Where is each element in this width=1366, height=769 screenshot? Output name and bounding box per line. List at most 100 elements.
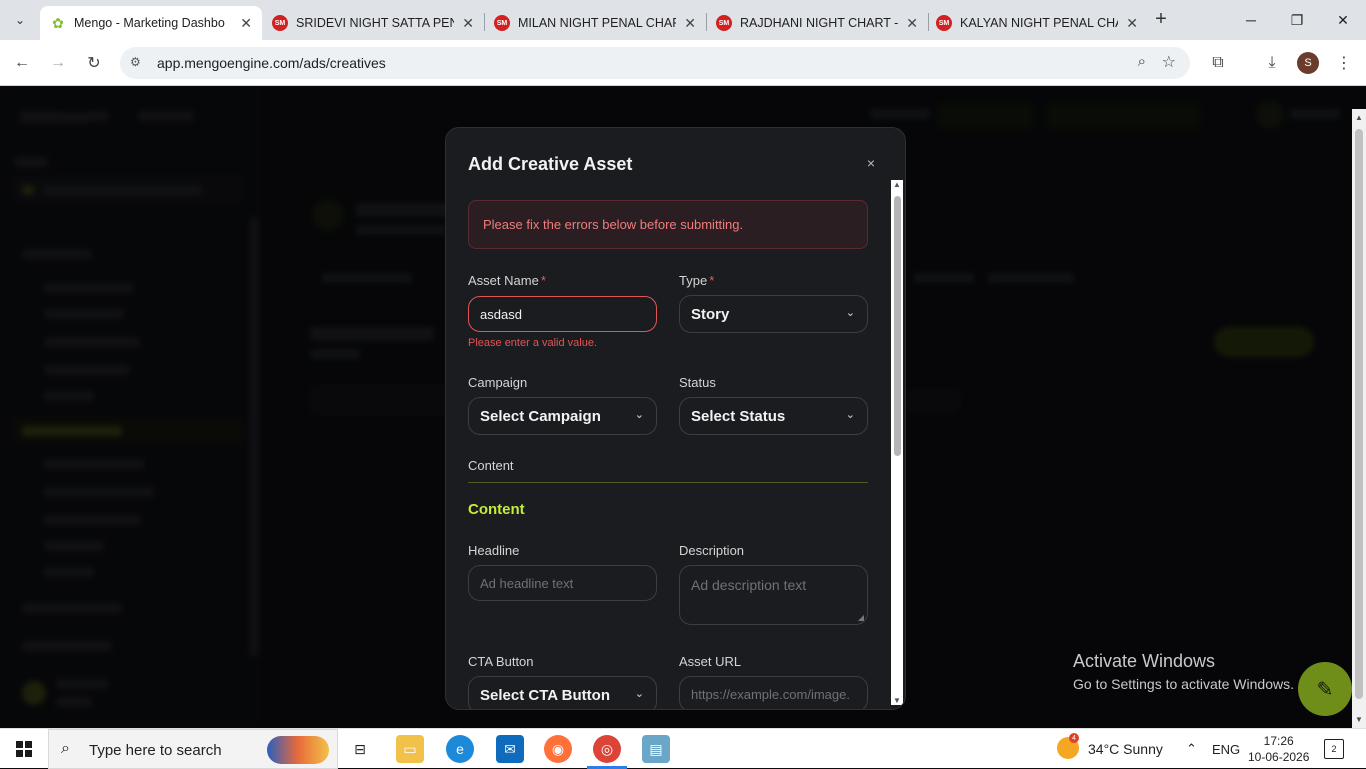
status-select[interactable]: Select Status ⌄ bbox=[679, 397, 868, 435]
tab-sridevi[interactable]: SM SRIDEVI NIGHT SATTA PENA ✕ bbox=[262, 6, 484, 40]
tab-kalyan[interactable]: SM KALYAN NIGHT PENAL CHAR ✕ bbox=[926, 6, 1148, 40]
modal-body: Please fix the errors below before submi… bbox=[446, 180, 905, 709]
modal-title: Add Creative Asset bbox=[468, 154, 633, 174]
reload-icon[interactable]: ↻ bbox=[82, 51, 106, 75]
section-divider bbox=[468, 482, 868, 483]
windows-taskbar: ⌕ Type here to search ⊟ ▭ e ✉ ◉ ◎ ▤ 4 34… bbox=[0, 728, 1366, 769]
chevron-down-icon: ⌄ bbox=[634, 688, 644, 700]
browser-menu-kebab-icon[interactable]: ⋮ bbox=[1332, 51, 1356, 75]
search-highlight-image bbox=[267, 736, 329, 764]
restore-icon[interactable]: ❐ bbox=[1274, 6, 1320, 34]
required-mark: * bbox=[709, 273, 715, 288]
tab-title: MILAN NIGHT PENAL CHAR bbox=[518, 16, 677, 30]
activate-windows-watermark: Activate Windows Go to Settings to activ… bbox=[1073, 651, 1294, 692]
content-section-heading: Content bbox=[468, 501, 525, 518]
close-tab-icon[interactable]: ✕ bbox=[684, 15, 696, 32]
scroll-up-arrow-icon[interactable]: ▲ bbox=[1355, 113, 1363, 122]
headline-input[interactable]: Ad headline text bbox=[468, 565, 657, 601]
description-label: Description bbox=[679, 543, 745, 558]
clock[interactable]: 17:26 10-06-2026 bbox=[1248, 733, 1309, 765]
tab-title: SRIDEVI NIGHT SATTA PENA bbox=[296, 16, 455, 30]
language-indicator[interactable]: ENG bbox=[1212, 729, 1240, 769]
notepad-app-icon[interactable]: ▤ bbox=[642, 735, 670, 763]
close-tab-icon[interactable]: ✕ bbox=[240, 15, 252, 32]
description-textarea[interactable]: Ad description text ◢ bbox=[679, 565, 868, 625]
tab-title: KALYAN NIGHT PENAL CHAR bbox=[960, 16, 1119, 30]
clock-date: 10-06-2026 bbox=[1248, 750, 1310, 764]
profile-avatar[interactable]: S bbox=[1297, 52, 1319, 74]
close-window-icon[interactable]: ✕ bbox=[1320, 6, 1366, 34]
cta-button-select[interactable]: Select CTA Button ⌄ bbox=[468, 676, 657, 709]
chevron-down-icon: ⌄ bbox=[845, 409, 855, 421]
sm-favicon-icon: SM bbox=[716, 15, 732, 31]
search-icon: ⌕ bbox=[61, 740, 70, 757]
download-icon[interactable]: ⤓ bbox=[1260, 51, 1284, 75]
tab-rajdhani[interactable]: SM RAJDHANI NIGHT CHART - S ✕ bbox=[706, 6, 928, 40]
forward-arrow-icon[interactable]: → bbox=[46, 51, 70, 75]
start-button[interactable] bbox=[0, 729, 48, 769]
close-tab-icon[interactable]: ✕ bbox=[1126, 15, 1138, 32]
clock-time: 17:26 bbox=[1263, 734, 1294, 748]
asset-name-label: Asset Name * bbox=[468, 273, 546, 288]
notification-center-icon[interactable]: 2 bbox=[1324, 739, 1344, 759]
resize-grip-icon[interactable]: ◢ bbox=[858, 613, 864, 622]
required-mark: * bbox=[540, 273, 546, 288]
type-select-value: Story bbox=[691, 306, 730, 323]
status-label: Status bbox=[679, 375, 716, 390]
content-section-label: Content bbox=[468, 458, 514, 473]
site-info-icon[interactable]: ⚙ bbox=[130, 55, 146, 71]
firefox-icon[interactable]: ◉ bbox=[544, 735, 572, 763]
taskbar-search[interactable]: ⌕ Type here to search bbox=[48, 729, 338, 769]
cta-button-select-value: Select CTA Button bbox=[480, 687, 610, 704]
scroll-down-arrow-icon[interactable]: ▼ bbox=[1355, 715, 1363, 724]
sm-favicon-icon: SM bbox=[936, 15, 952, 31]
chevron-down-icon: ⌄ bbox=[634, 409, 644, 421]
asset-name-error: Please enter a valid value. bbox=[468, 337, 598, 349]
watermark-line2: Go to Settings to activate Windows. bbox=[1073, 676, 1294, 692]
close-icon[interactable]: × bbox=[867, 155, 875, 171]
tab-search-chevron-icon[interactable]: ⌄ bbox=[8, 8, 32, 32]
modal-scroll-thumb[interactable] bbox=[894, 196, 901, 456]
outlook-icon[interactable]: ✉ bbox=[496, 735, 524, 763]
edge-browser-icon[interactable]: e bbox=[446, 735, 474, 763]
chat-icon: ✎ bbox=[1316, 678, 1334, 701]
tray-chevron-up-icon[interactable]: ⌃ bbox=[1186, 729, 1197, 769]
asset-name-label-text: Asset Name bbox=[468, 273, 539, 288]
file-explorer-icon[interactable]: ▭ bbox=[396, 735, 424, 763]
type-select[interactable]: Story ⌄ bbox=[679, 295, 868, 333]
add-creative-asset-modal: Add Creative Asset × Please fix the erro… bbox=[445, 127, 906, 710]
extensions-puzzle-icon[interactable]: ⧉ bbox=[1206, 51, 1230, 75]
close-tab-icon[interactable]: ✕ bbox=[906, 15, 918, 32]
weather-badge: 4 bbox=[1069, 733, 1079, 743]
chrome-icon[interactable]: ◎ bbox=[593, 735, 621, 763]
campaign-label: Campaign bbox=[468, 375, 528, 390]
chevron-down-icon: ⌄ bbox=[845, 307, 855, 319]
weather-text[interactable]: 34°C Sunny bbox=[1088, 729, 1163, 769]
scroll-down-arrow-icon[interactable]: ▼ bbox=[893, 696, 901, 705]
scroll-up-arrow-icon[interactable]: ▲ bbox=[893, 180, 901, 189]
minimize-icon[interactable]: ─ bbox=[1228, 6, 1274, 34]
floating-action-button[interactable]: ✎ bbox=[1298, 662, 1352, 716]
task-view-icon[interactable]: ⊟ bbox=[346, 735, 374, 763]
type-label-text: Type bbox=[679, 273, 708, 288]
url-text[interactable]: app.mengoengine.com/ads/creatives bbox=[157, 55, 386, 71]
bookmark-star-icon[interactable]: ☆ bbox=[1162, 52, 1176, 72]
asset-name-input[interactable]: asdasd bbox=[468, 296, 657, 332]
zoom-magnifier-icon[interactable]: ⌕ bbox=[1138, 53, 1146, 70]
asset-url-input[interactable]: https://example.com/image. bbox=[679, 676, 868, 709]
address-bar[interactable]: ⚙ app.mengoengine.com/ads/creatives ⌕ ☆ bbox=[120, 47, 1190, 79]
modal-scrollbar[interactable]: ▲ ▼ bbox=[891, 180, 903, 705]
sm-favicon-icon: SM bbox=[494, 15, 510, 31]
page-scroll-thumb[interactable] bbox=[1355, 129, 1363, 699]
back-arrow-icon[interactable]: ← bbox=[10, 51, 34, 75]
tab-milan[interactable]: SM MILAN NIGHT PENAL CHAR ✕ bbox=[484, 6, 706, 40]
page-scrollbar[interactable]: ▲ ▼ bbox=[1352, 109, 1366, 728]
new-tab-plus-icon[interactable]: + bbox=[1150, 8, 1172, 30]
campaign-select[interactable]: Select Campaign ⌄ bbox=[468, 397, 657, 435]
tab-title: RAJDHANI NIGHT CHART - S bbox=[740, 16, 899, 30]
error-banner: Please fix the errors below before submi… bbox=[468, 200, 868, 249]
tab-mengo[interactable]: ✿ Mengo - Marketing Dashbo ✕ bbox=[40, 6, 262, 40]
status-select-value: Select Status bbox=[691, 408, 786, 425]
close-tab-icon[interactable]: ✕ bbox=[462, 15, 474, 32]
description-placeholder: Ad description text bbox=[691, 577, 807, 593]
